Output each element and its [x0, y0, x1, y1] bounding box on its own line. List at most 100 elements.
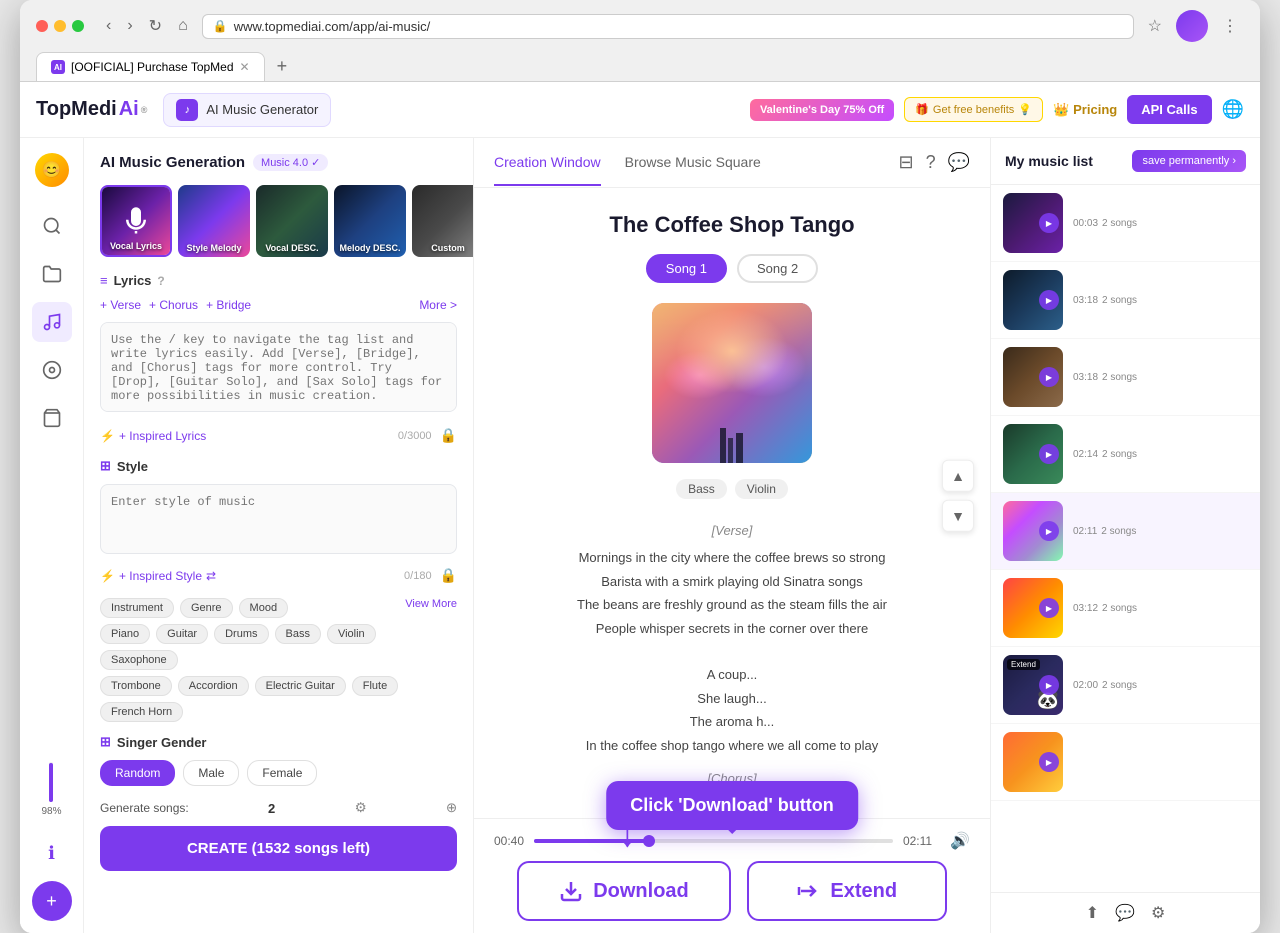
version-badge[interactable]: Music 4.0 ✓	[253, 154, 328, 171]
brand-logo: TopMediAi®	[36, 98, 147, 121]
more-button[interactable]: More >	[419, 298, 457, 312]
song2-button[interactable]: Song 2	[737, 254, 818, 283]
play-overlay-5: ▶	[1039, 521, 1059, 541]
sidebar-folder[interactable]	[32, 254, 72, 294]
progress-track[interactable]	[534, 839, 893, 843]
sidebar-info[interactable]: ℹ	[32, 833, 72, 873]
tab-icon-chat[interactable]: 💬	[948, 152, 970, 173]
home-button[interactable]: ⌂	[172, 14, 194, 38]
scroll-down-button[interactable]: ▼	[942, 500, 974, 532]
browser-menu-button[interactable]: ⋮	[1216, 14, 1244, 38]
music-item-3[interactable]: ▶ 03:18 2 songs	[991, 339, 1260, 416]
maximize-button[interactable]	[72, 20, 84, 32]
inspired-lyrics-row: ⚡ + Inspired Lyrics 0/3000 🔒	[100, 427, 457, 444]
music-item-7[interactable]: Extend 🐼 ▶ 02:00 2 songs	[991, 647, 1260, 724]
save-permanently-button[interactable]: save permanently ›	[1132, 150, 1246, 172]
music-item-6[interactable]: ▶ 03:12 2 songs	[991, 570, 1260, 647]
tabs-bar: Creation Window Browse Music Square ⊟ ? …	[474, 138, 990, 188]
address-bar[interactable]: 🔒 www.topmediai.com/app/ai-music/	[202, 14, 1134, 39]
sidebar-music[interactable]	[32, 302, 72, 342]
lyric-line-2: Barista with a smirk playing old Sinatra…	[498, 570, 966, 593]
inspired-lyrics-button[interactable]: ⚡ + Inspired Lyrics	[100, 429, 206, 443]
tag-guitar[interactable]: Guitar	[156, 624, 208, 644]
style-custom[interactable]: Custom	[412, 185, 474, 257]
close-button[interactable]	[36, 20, 48, 32]
lyrics-help-icon[interactable]: ?	[157, 274, 164, 288]
sidebar-store[interactable]	[32, 398, 72, 438]
style-lock-button[interactable]: 🔒	[440, 567, 457, 584]
tag-saxophone[interactable]: Saxophone	[100, 650, 178, 670]
tag-electric-guitar[interactable]: Electric Guitar	[255, 676, 346, 696]
back-button[interactable]: ‹	[100, 14, 117, 38]
music-item-4[interactable]: ▶ 02:14 2 songs	[991, 416, 1260, 493]
music-item-8[interactable]: ▶	[991, 724, 1260, 801]
style-style-melody[interactable]: Style Melody	[178, 185, 250, 257]
scroll-up-button[interactable]: ▲	[942, 460, 974, 492]
music-songs-7: 2 songs	[1102, 680, 1137, 691]
tag-french-horn[interactable]: French Horn	[100, 702, 183, 722]
tag-genre[interactable]: Genre	[180, 598, 233, 618]
refresh-button[interactable]: ↻	[143, 14, 168, 38]
style-vocal-desc[interactable]: Vocal DESC.	[256, 185, 328, 257]
tag-accordion[interactable]: Accordion	[178, 676, 249, 696]
volume-icon[interactable]: 🔊	[950, 831, 970, 851]
music-duration-4: 02:14	[1073, 449, 1098, 460]
tag-flute[interactable]: Flute	[352, 676, 398, 696]
settings-button[interactable]: ⚙	[355, 800, 367, 816]
tag-bass[interactable]: Bass	[275, 624, 321, 644]
globe-button[interactable]: 🌐	[1222, 99, 1244, 120]
tab-close-button[interactable]: ✕	[240, 60, 250, 74]
lyrics-textarea[interactable]	[100, 322, 457, 412]
tab-icon-list[interactable]: ⊟	[898, 152, 913, 173]
tag-piano[interactable]: Piano	[100, 624, 150, 644]
sidebar-search[interactable]	[32, 206, 72, 246]
style-melody-desc[interactable]: Melody DESC.	[334, 185, 406, 257]
sidebar-plus[interactable]: +	[32, 881, 72, 921]
api-calls-button[interactable]: API Calls	[1127, 95, 1211, 124]
new-tab-button[interactable]: +	[269, 56, 296, 77]
tab-icon-help[interactable]: ?	[926, 152, 936, 173]
download-button[interactable]: Download	[517, 861, 731, 921]
tab-browse-music[interactable]: Browse Music Square	[625, 140, 761, 186]
singer-female-button[interactable]: Female	[247, 760, 317, 786]
active-tab[interactable]: AI [OOFICIAL] Purchase TopMed ✕	[36, 52, 265, 81]
music-meta-5: 02:11 2 songs	[1073, 526, 1248, 537]
music-meta-7: 02:00 2 songs	[1073, 680, 1248, 691]
minimize-button[interactable]	[54, 20, 66, 32]
tag-trombone[interactable]: Trombone	[100, 676, 172, 696]
music-item-1[interactable]: ▶ 00:03 2 songs	[991, 185, 1260, 262]
music-item-5[interactable]: ▶ 02:11 2 songs	[991, 493, 1260, 570]
singer-random-button[interactable]: Random	[100, 760, 175, 786]
player-area: 00:40 02:11 🔊 Click 'Download' button	[474, 818, 990, 933]
style-textarea[interactable]	[100, 484, 457, 554]
song1-button[interactable]: Song 1	[646, 254, 727, 283]
lyrics-lock-button[interactable]: 🔒	[440, 427, 457, 444]
tag-drums[interactable]: Drums	[214, 624, 268, 644]
create-button[interactable]: CREATE (1532 songs left)	[100, 826, 457, 871]
sidebar-share-icon[interactable]: ⬆	[1086, 903, 1099, 923]
inspired-style-button[interactable]: ⚡ + Inspired Style ⇄	[100, 569, 216, 583]
chorus-button[interactable]: + Chorus	[149, 298, 198, 312]
sidebar-explore[interactable]	[32, 350, 72, 390]
view-more-link[interactable]: View More	[405, 598, 457, 618]
valentine-badge[interactable]: Valentine's Day 75% Off	[750, 99, 894, 121]
sidebar-settings-icon[interactable]: ⚙	[1151, 903, 1165, 923]
expand-button[interactable]: ⊕	[446, 800, 457, 816]
sidebar-comment-icon[interactable]: 💬	[1115, 903, 1135, 923]
forward-button[interactable]: ›	[121, 14, 138, 38]
pricing-badge[interactable]: 👑 Pricing	[1053, 102, 1117, 118]
sidebar-user[interactable]: 😊	[32, 150, 72, 190]
extend-button[interactable]: Extend	[747, 861, 947, 921]
tag-violin[interactable]: Violin	[327, 624, 376, 644]
bookmark-button[interactable]: ☆	[1142, 14, 1168, 38]
style-vocal-lyrics[interactable]: Vocal Lyrics	[100, 185, 172, 257]
verse-button[interactable]: + Verse	[100, 298, 141, 312]
music-item-2[interactable]: ▶ 03:18 2 songs	[991, 262, 1260, 339]
tag-mood[interactable]: Mood	[239, 598, 289, 618]
free-benefits-badge[interactable]: 🎁 Get free benefits 💡	[904, 97, 1043, 122]
tab-creation-window[interactable]: Creation Window	[494, 140, 601, 186]
singer-male-button[interactable]: Male	[183, 760, 239, 786]
bridge-button[interactable]: + Bridge	[206, 298, 251, 312]
tag-instrument[interactable]: Instrument	[100, 598, 174, 618]
music-duration-1: 00:03	[1073, 218, 1098, 229]
